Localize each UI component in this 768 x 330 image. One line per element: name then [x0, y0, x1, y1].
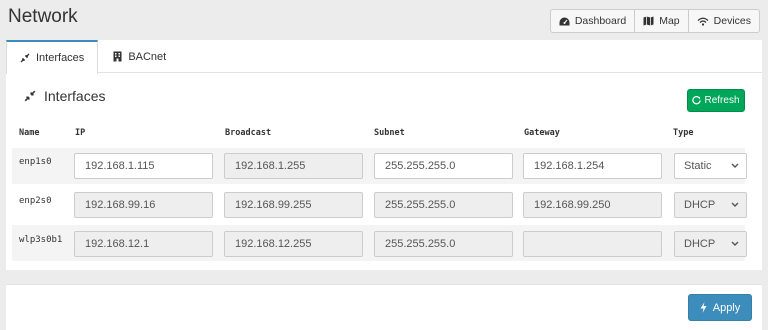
subnet-input[interactable]: 255.255.255.0 — [374, 231, 513, 257]
top-nav: Dashboard Map Devices — [549, 9, 760, 33]
map-button[interactable]: Map — [635, 10, 689, 32]
column-header-type: Type — [673, 128, 694, 138]
type-select[interactable]: DHCP — [674, 231, 747, 257]
subnet-input[interactable]: 255.255.255.0 — [374, 192, 513, 218]
type-select[interactable]: Static — [674, 153, 747, 179]
broadcast-input[interactable]: 192.168.1.255 — [224, 153, 363, 179]
dashboard-button[interactable]: Dashboard — [551, 10, 636, 32]
compress-icon — [20, 53, 30, 63]
chevron-down-icon — [731, 193, 739, 226]
type-select-value: DHCP — [684, 199, 716, 211]
interfaces-card: Interfaces BACnet Interfaces Refresh Nam… — [6, 40, 762, 270]
map-icon — [643, 16, 654, 26]
refresh-button[interactable]: Refresh — [687, 89, 745, 112]
tab-interfaces[interactable]: Interfaces — [6, 40, 99, 74]
column-header-broadcast: Broadcast — [225, 128, 272, 138]
compress-icon — [24, 90, 36, 102]
section-title-label: Interfaces — [44, 88, 106, 104]
devices-button[interactable]: Devices — [689, 10, 759, 32]
map-label: Map — [659, 15, 680, 27]
chevron-down-icon — [731, 154, 739, 187]
dashboard-icon — [559, 17, 570, 25]
bolt-icon — [700, 302, 707, 313]
broadcast-input[interactable]: 192.168.12.255 — [224, 231, 363, 257]
tab-bacnet-label: BACnet — [128, 50, 167, 63]
section-title: Interfaces — [24, 88, 105, 104]
column-header-name: Name — [19, 128, 40, 138]
subnet-input[interactable]: 255.255.255.0 — [374, 153, 513, 179]
ip-input[interactable]: 192.168.99.16 — [74, 192, 213, 218]
tab-bacnet[interactable]: BACnet — [100, 40, 179, 73]
apply-label: Apply — [712, 301, 741, 314]
footer-card: Apply — [6, 284, 762, 330]
interface-name: enp2s0 — [19, 196, 52, 206]
ip-input[interactable]: 192.168.1.115 — [74, 153, 213, 179]
gateway-input[interactable]: 192.168.99.250 — [523, 192, 662, 218]
type-select[interactable]: DHCP — [674, 192, 747, 218]
gateway-input[interactable] — [523, 231, 662, 257]
interface-name: wlp3s0b1 — [19, 235, 63, 245]
gateway-input[interactable]: 192.168.1.254 — [523, 153, 662, 179]
tab-interfaces-label: Interfaces — [36, 52, 85, 64]
apply-button[interactable]: Apply — [688, 294, 752, 321]
refresh-label: Refresh — [704, 95, 740, 106]
broadcast-input[interactable]: 192.168.99.255 — [224, 192, 363, 218]
column-header-ip: IP — [75, 128, 86, 138]
dashboard-label: Dashboard — [574, 15, 627, 27]
wifi-icon — [697, 17, 709, 26]
chevron-down-icon — [731, 232, 739, 265]
ip-input[interactable]: 192.168.12.1 — [74, 231, 213, 257]
interface-name: enp1s0 — [19, 157, 52, 167]
type-select-value: DHCP — [684, 238, 716, 250]
tab-bar: Interfaces BACnet — [6, 40, 762, 74]
page-title: Network — [8, 6, 78, 27]
column-header-gateway: Gateway — [524, 128, 560, 138]
building-icon — [113, 51, 122, 62]
type-select-value: Static — [684, 160, 712, 172]
devices-label: Devices — [713, 15, 751, 27]
column-header-subnet: Subnet — [374, 128, 405, 138]
refresh-icon — [692, 96, 702, 105]
